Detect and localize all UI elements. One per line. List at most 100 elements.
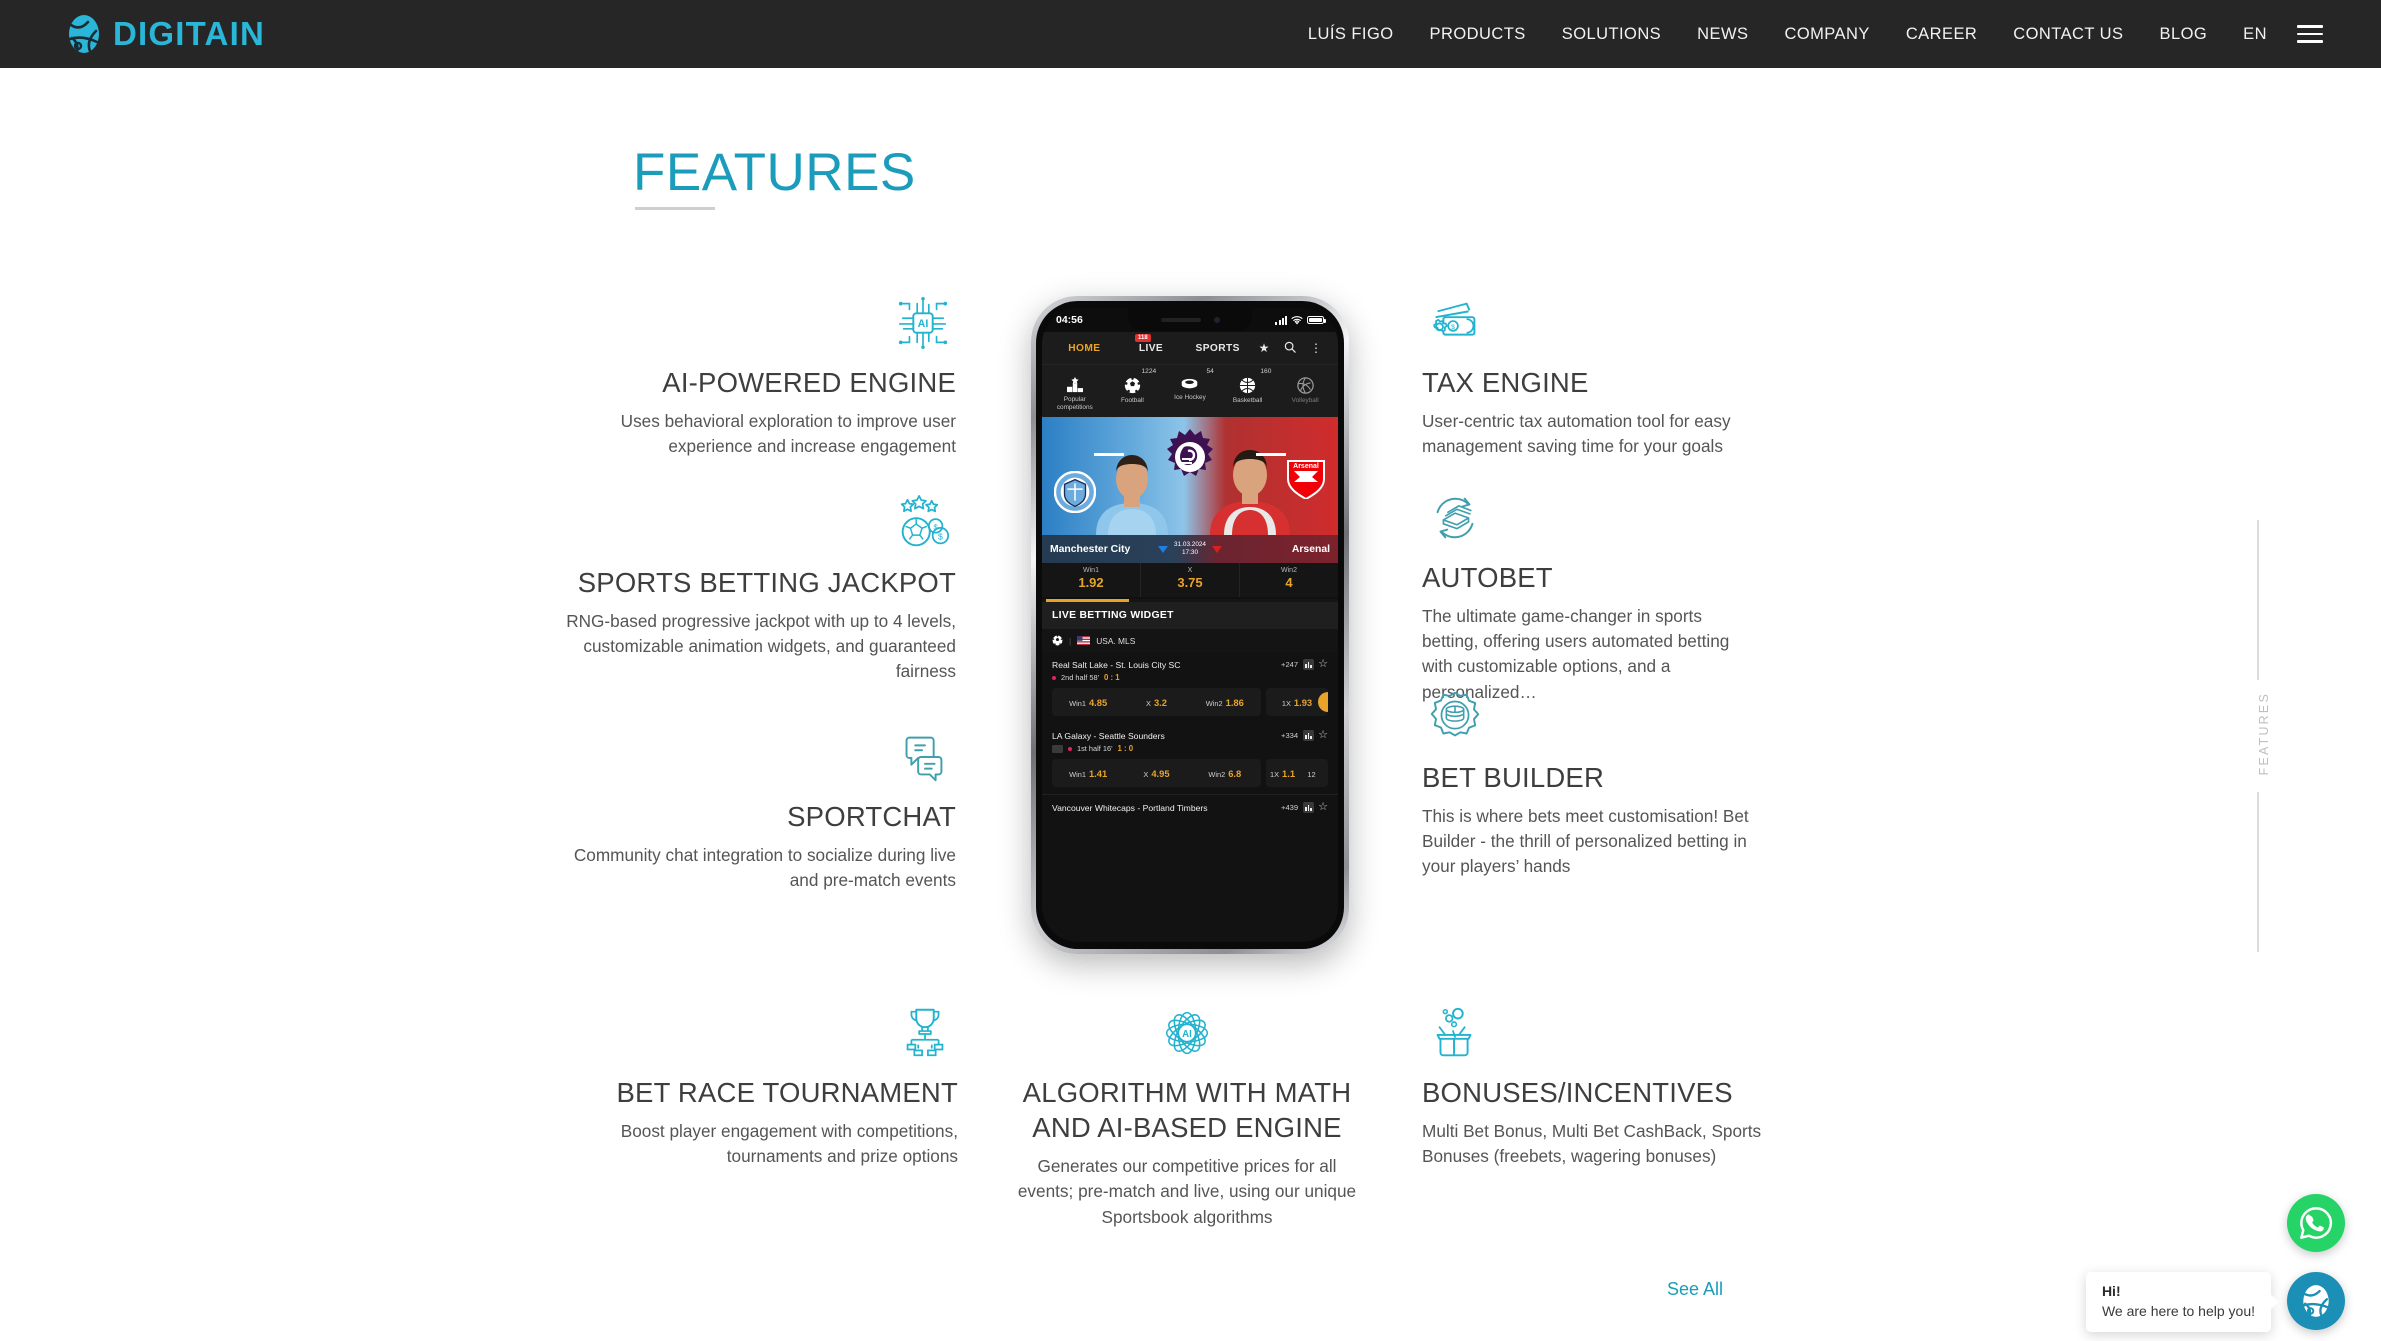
divider: | <box>1069 635 1072 646</box>
nav-item-solutions[interactable]: SOLUTIONS <box>1544 25 1679 44</box>
earpiece-speaker <box>1160 317 1201 322</box>
banner-line-right <box>1256 453 1286 456</box>
phone-bezel: 04:56 HOME LIVE 118 SPORTS ★ ⋮ Popular c… <box>1036 301 1344 949</box>
home-team-name: Manchester City <box>1050 543 1131 555</box>
home-team-marker <box>1158 545 1168 553</box>
statistics-icon[interactable] <box>1303 659 1315 670</box>
nav-item-news[interactable]: NEWS <box>1679 25 1766 44</box>
market-1x[interactable]: 1X 1.1 <box>1268 764 1297 782</box>
nav-item-career[interactable]: CAREER <box>1888 25 1995 44</box>
sport-football[interactable]: 1224 Football <box>1104 368 1162 412</box>
money-gear-icon: $ <box>1433 302 1476 336</box>
live-event-row[interactable]: Vancouver Whitecaps - Portland Timbers +… <box>1042 794 1338 813</box>
search-icon[interactable] <box>1277 341 1303 356</box>
signal-bars-icon <box>1275 315 1287 325</box>
match-teams-bar[interactable]: Manchester City 31.03.2024 17:30 Arsenal <box>1042 535 1338 563</box>
feature-description: This is where bets meet customisation! B… <box>1422 806 1749 877</box>
statistics-icon[interactable] <box>1303 730 1315 741</box>
market-win1[interactable]: Win1 1.41 <box>1054 764 1122 782</box>
sport-volleyball[interactable]: Volleyball <box>1276 368 1334 412</box>
rail-line-top <box>2257 520 2259 680</box>
market-key: 12 <box>1307 770 1316 779</box>
nav-item-company[interactable]: COMPANY <box>1766 25 1887 44</box>
star-icon[interactable]: ★ <box>1251 341 1277 355</box>
feature-title: SPORTS BETTING JACKPOT <box>577 567 956 598</box>
market-draw[interactable]: X 4.95 <box>1122 764 1190 782</box>
logo[interactable]: DIGITAIN <box>66 13 265 55</box>
sport-popular-competitions[interactable]: Popular competitions <box>1046 368 1104 412</box>
market-group-1x2: Win1 4.85 X 3.2 Win2 1.86 <box>1052 688 1261 716</box>
market-value: 1.41 <box>1088 768 1108 779</box>
odd-draw[interactable]: X 3.75 <box>1141 563 1240 597</box>
feature-description: Multi Bet Bonus, Multi Bet CashBack, Spo… <box>1422 1121 1762 1167</box>
market-key: Win2 <box>1205 699 1223 708</box>
live-badge: 118 <box>1135 334 1151 342</box>
odd-win1[interactable]: Win1 1.92 <box>1042 563 1141 597</box>
basketball-icon <box>1239 377 1256 394</box>
live-event-row[interactable]: Real Salt Lake - St. Louis City SC +247 … <box>1042 652 1338 723</box>
live-betting-widget-title: LIVE BETTING WIDGET <box>1042 602 1338 629</box>
sport-count: 1224 <box>1141 368 1157 375</box>
nav-item-blog[interactable]: BLOG <box>2142 25 2226 44</box>
whatsapp-button[interactable] <box>2287 1194 2345 1252</box>
page-title: FEATURES <box>633 143 916 202</box>
digitain-globe-logo-icon <box>68 15 99 55</box>
chat-greeting-line2: We are here to help you! <box>2101 1303 2255 1319</box>
market-key: X <box>1143 770 1149 779</box>
digitain-chat-button[interactable] <box>2287 1272 2345 1330</box>
market-key: Win2 <box>1208 770 1226 779</box>
section-scroll-rail: FEATURES <box>2257 520 2271 953</box>
sport-ice-hockey[interactable]: 54 Ice Hockey <box>1161 368 1219 412</box>
nav-item-luis-figo[interactable]: LUÍS FIGO <box>1290 25 1412 44</box>
live-event-row[interactable]: LA Galaxy - Seattle Sounders +334 ☆ 1st … <box>1042 723 1338 794</box>
favorite-star-icon[interactable]: ☆ <box>1318 802 1328 813</box>
league-header[interactable]: | USA. MLS <box>1042 629 1338 652</box>
nav-item-products[interactable]: PRODUCTS <box>1412 25 1544 44</box>
svg-text:AI: AI <box>1182 1029 1192 1040</box>
feature-description: Uses behavioral exploration to improve u… <box>620 411 956 457</box>
odd-value: 3.75 <box>1177 575 1203 590</box>
market-draw[interactable]: X 3.2 <box>1122 693 1190 711</box>
see-all-link[interactable]: See All <box>1667 1279 1723 1300</box>
market-value: 6.8 <box>1228 768 1242 779</box>
tv-stream-icon[interactable] <box>1052 744 1063 753</box>
digitain-globe-icon <box>2302 1285 2329 1318</box>
hamburger-menu-icon[interactable] <box>2297 25 2323 43</box>
market-12[interactable]: 12 <box>1297 764 1326 782</box>
tab-sports[interactable]: SPORTS <box>1184 343 1251 354</box>
feature-tax-engine: $ TAX ENGINE User-centric tax automation… <box>1422 292 1762 459</box>
football-icon <box>1052 635 1063 646</box>
language-selector[interactable]: EN <box>2225 25 2283 44</box>
premier-league-crest-icon <box>1167 429 1213 476</box>
feature-title: AUTOBET <box>1422 562 1553 593</box>
more-vertical-icon[interactable]: ⋮ <box>1303 341 1329 355</box>
svg-text:Arsenal: Arsenal <box>1293 463 1319 470</box>
odd-label: Win1 <box>1083 567 1099 574</box>
tab-live[interactable]: LIVE <box>1118 343 1185 354</box>
featured-match-banner[interactable]: Arsenal <box>1042 417 1338 535</box>
banner-line-left <box>1094 453 1124 456</box>
match-kickoff: 31.03.2024 17:30 <box>1158 541 1222 557</box>
rail-line-bottom <box>2257 792 2259 953</box>
market-win1[interactable]: Win1 4.85 <box>1054 693 1122 711</box>
market-value: 1.93 <box>1293 697 1313 708</box>
favorite-star-icon[interactable]: ☆ <box>1318 659 1328 670</box>
market-win2[interactable]: Win2 6.8 <box>1191 764 1259 782</box>
feature-bet-builder: BET BUILDER This is where bets meet cust… <box>1422 687 1752 880</box>
market-win2[interactable]: Win2 1.86 <box>1191 693 1259 711</box>
football-icon <box>1124 377 1141 394</box>
statistics-icon[interactable] <box>1303 802 1315 813</box>
league-name: USA. MLS <box>1096 635 1136 646</box>
odd-win2[interactable]: Win2 4 <box>1240 563 1338 597</box>
nav-item-contact-us[interactable]: CONTACT US <box>1995 25 2141 44</box>
tab-home[interactable]: HOME <box>1051 343 1118 354</box>
market-count: +334 <box>1281 731 1299 740</box>
svg-text:AI: AI <box>918 318 929 330</box>
favorite-star-icon[interactable]: ☆ <box>1318 730 1328 741</box>
feature-sportchat: SPORTCHAT Community chat integration to … <box>556 726 956 893</box>
event-score: 0 : 1 <box>1104 673 1120 682</box>
market-value: 4.95 <box>1151 768 1170 779</box>
sport-basketball[interactable]: 160 Basketball <box>1219 368 1277 412</box>
market-group-double-chance: 1X 1.1 12 <box>1266 759 1328 787</box>
event-name: Real Salt Lake - St. Louis City SC <box>1052 659 1181 670</box>
